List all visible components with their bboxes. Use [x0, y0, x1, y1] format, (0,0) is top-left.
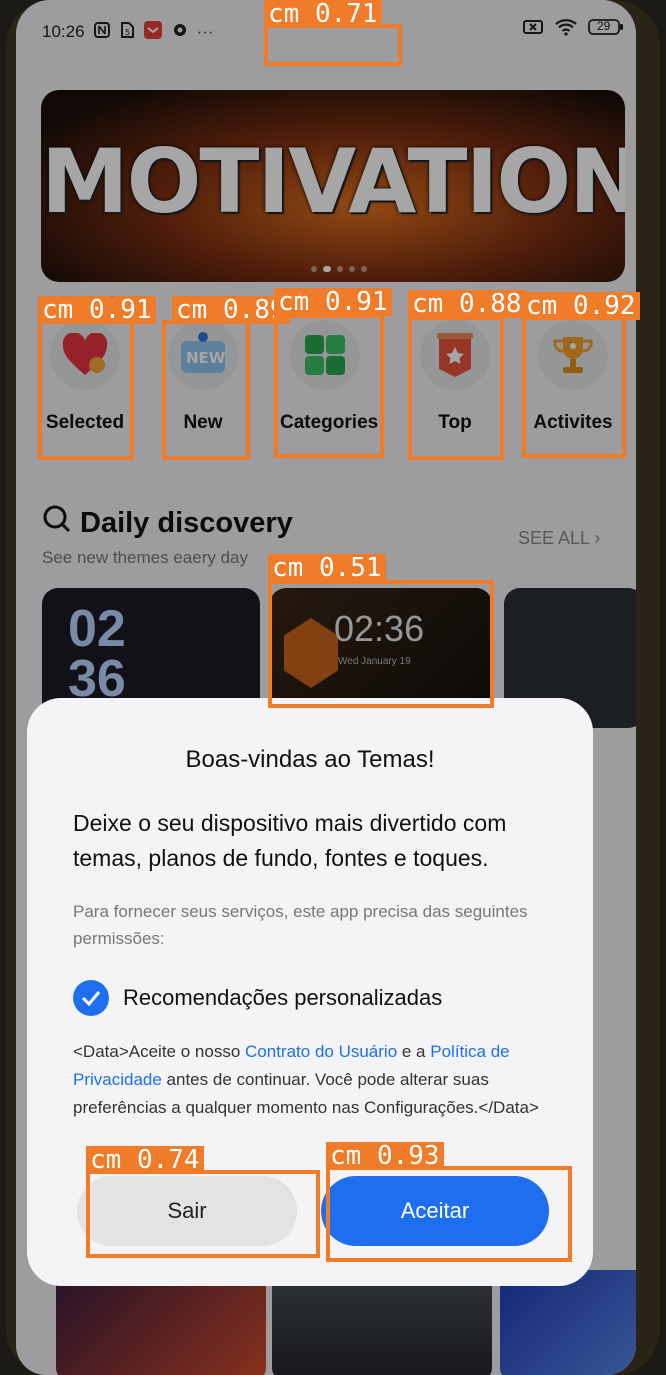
detection-label: cm 0.89 [172, 296, 290, 324]
dialog-title: Boas-vindas ao Temas! [185, 746, 435, 773]
detection-label: cm 0.91 [274, 288, 392, 316]
exit-button[interactable]: Sair [77, 1176, 297, 1246]
legal-text: <Data>Aceite o nosso Contrato do Usuário… [73, 1038, 563, 1122]
personalized-recommendations-option[interactable]: Recomendações personalizadas [73, 980, 442, 1016]
detection-label: cm 0.74 [86, 1146, 204, 1174]
detection-label: cm 0.88 [408, 290, 526, 318]
legal-prefix: <Data>Aceite o nosso [73, 1042, 246, 1061]
permissions-text: Para fornecer seus serviços, este app pr… [73, 902, 528, 948]
legal-mid: e a [397, 1042, 431, 1061]
detection-label: cm 0.93 [326, 1142, 444, 1170]
checkbox-label: Recomendações personalizadas [123, 985, 443, 1010]
detection-label: cm 0.92 [522, 292, 640, 320]
detection-label: cm 0.51 [268, 554, 386, 582]
detection-label: cm 0.71 [264, 0, 382, 28]
dialog-body: Deixe o seu dispositivo mais divertido c… [73, 810, 507, 871]
welcome-dialog: Boas-vindas ao Temas! Deixe o seu dispos… [27, 698, 593, 1286]
checkbox-checked-icon[interactable] [73, 980, 109, 1016]
accept-button[interactable]: Aceitar [321, 1176, 549, 1246]
user-agreement-link[interactable]: Contrato do Usuário [245, 1042, 397, 1061]
detection-label: cm 0.91 [38, 296, 156, 324]
